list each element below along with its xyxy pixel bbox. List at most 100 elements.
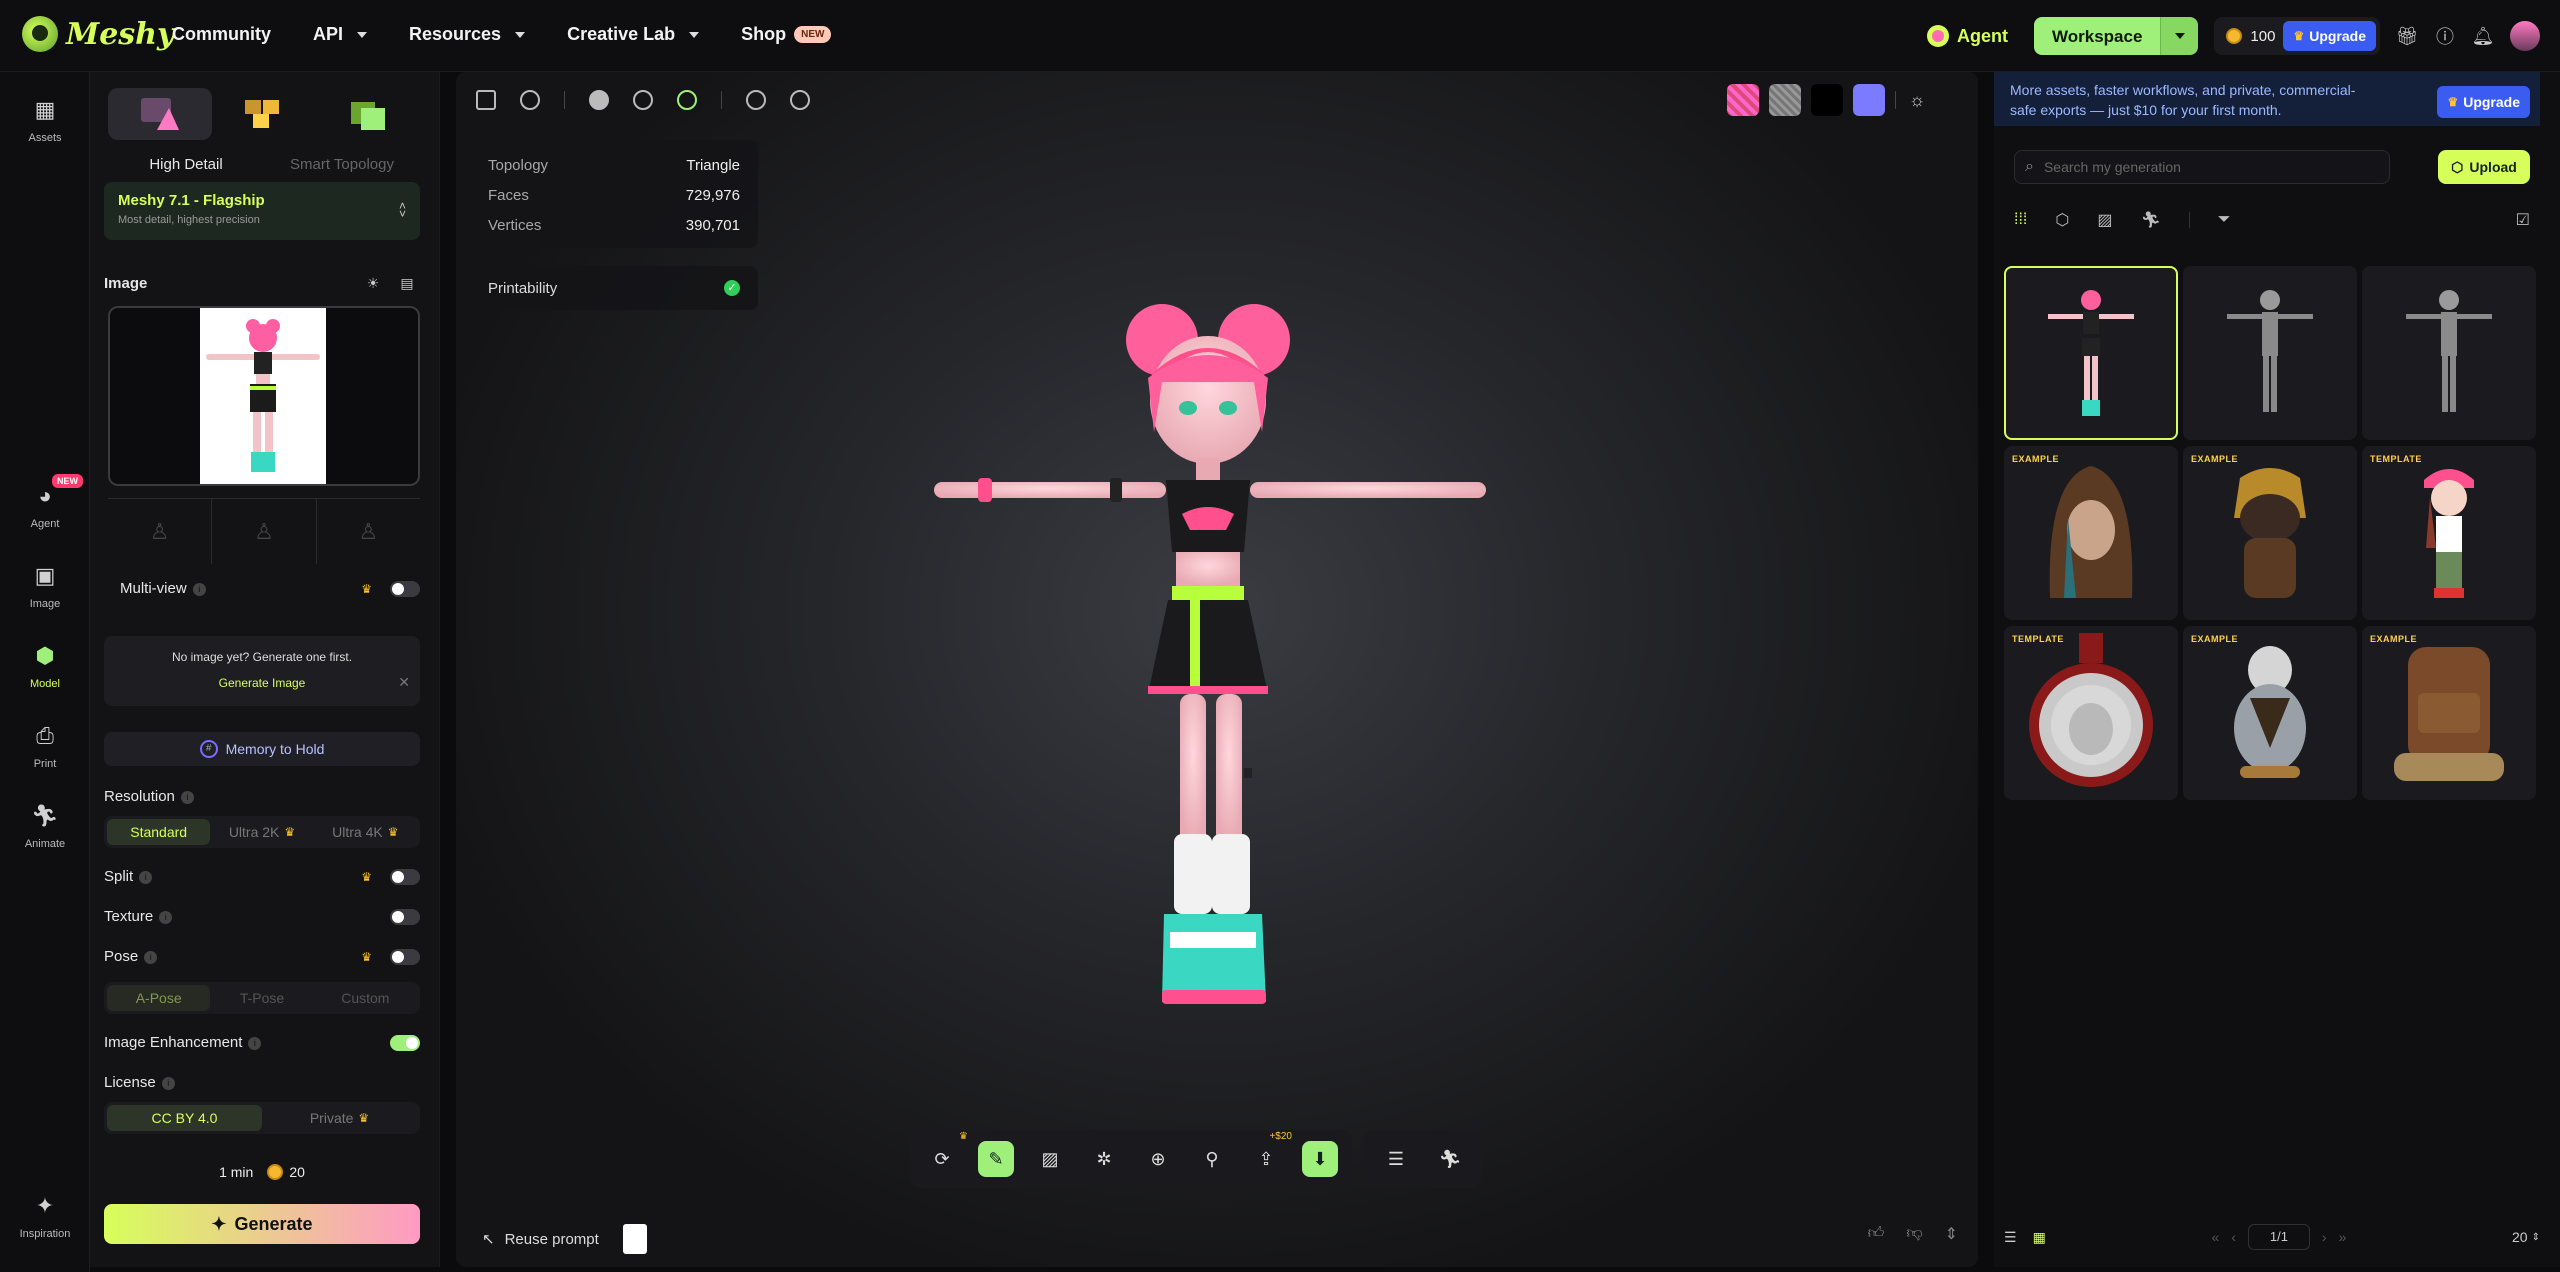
thumbs-down-icon[interactable]: 👎︎ (1906, 1224, 1922, 1244)
bulb-icon[interactable]: ☀ (362, 272, 384, 294)
first-page-icon[interactable]: « (2211, 1229, 2219, 1245)
solid-sphere-icon[interactable] (589, 90, 609, 110)
texture-swatch[interactable] (1727, 84, 1759, 116)
printability-panel[interactable]: Printability ✓ (470, 266, 758, 310)
rail-item-model[interactable]: ⬢ Model (0, 640, 90, 690)
asset-card[interactable]: TEMPLATE (2362, 446, 2536, 620)
asset-card[interactable]: EXAMPLE (2183, 446, 2357, 620)
resolution-ultra-4k[interactable]: Ultra 4K ♛ (314, 819, 417, 845)
retry-button[interactable]: ⟳ ♛ (924, 1131, 968, 1177)
generate-image-link[interactable]: Generate Image (104, 676, 420, 690)
asset-card[interactable] (2362, 266, 2536, 440)
mode-smart-topology-icon[interactable] (212, 88, 316, 140)
split-toggle[interactable] (390, 868, 420, 885)
nav-resources[interactable]: Resources (409, 24, 526, 45)
front-view-slot[interactable]: ♙ (108, 499, 213, 564)
pose-toggle[interactable] (390, 948, 420, 965)
purple-swatch[interactable] (1853, 84, 1885, 116)
workspace-dropdown[interactable] (2160, 17, 2199, 55)
monitor-icon[interactable] (476, 90, 496, 110)
funnel-icon[interactable]: ⏷ (2218, 211, 2231, 229)
last-page-icon[interactable]: » (2339, 1229, 2347, 1245)
list-view-icon[interactable]: ☰ (2004, 1229, 2017, 1246)
textured-sphere-icon[interactable] (677, 90, 697, 110)
asset-card[interactable]: EXAMPLE (2362, 626, 2536, 800)
thumbs-up-icon[interactable]: 👍︎ (1868, 1224, 1885, 1244)
nav-api[interactable]: API (313, 24, 368, 45)
tab-smart-topology[interactable]: Smart Topology (264, 156, 420, 173)
download-button[interactable]: ⬇ (1302, 1141, 1338, 1177)
promo-upgrade-button[interactable]: ♛ Upgrade (2437, 86, 2530, 118)
matcap-icon[interactable] (633, 90, 653, 110)
rail-item-animate[interactable]: 🏃︎ Animate (0, 800, 90, 850)
wireframe-sphere-icon[interactable] (520, 90, 540, 110)
multiview-toggle[interactable] (390, 580, 420, 597)
texture-tool-button[interactable]: ✎ (978, 1141, 1014, 1177)
select-icon[interactable]: ☑ (2516, 210, 2530, 230)
upload-button[interactable]: ⬡ Upload (2438, 150, 2530, 184)
image-upload-area[interactable] (108, 306, 420, 486)
resolution-standard[interactable]: Standard (107, 819, 211, 845)
next-page-icon[interactable]: › (2322, 1229, 2327, 1245)
rail-item-print[interactable]: ⎙ Print (0, 720, 90, 770)
grid-view-icon[interactable]: ▦ (2033, 1229, 2046, 1246)
pose-tool-button[interactable]: ⚲ (1194, 1141, 1230, 1177)
mode-third-icon[interactable] (316, 88, 420, 140)
pose-t-pose[interactable]: T-Pose (210, 985, 313, 1011)
nav-creative-lab[interactable]: Creative Lab (567, 24, 700, 45)
hide-lights-icon[interactable]: ☼ (1906, 89, 1928, 111)
rail-item-inspiration[interactable]: ✦ Inspiration (0, 1190, 90, 1240)
texture-filter-icon[interactable]: ▨ (2097, 210, 2112, 230)
nav-shop[interactable]: Shop NEW (741, 24, 832, 45)
model-viewport[interactable]: ☼ Topology Triangle Faces 729,976 Vertices… (456, 72, 1978, 1267)
animation-filter-icon[interactable]: 🏃︎ (2140, 210, 2160, 230)
asset-card[interactable] (2183, 266, 2357, 440)
generate-button[interactable]: ✦ Generate (104, 1204, 420, 1244)
rail-item-agent[interactable]: NEW ◕ Agent (0, 474, 90, 530)
model-filter-icon[interactable]: ⬡ (2055, 210, 2069, 230)
asset-card[interactable]: TEMPLATE (2004, 626, 2178, 800)
gift-icon[interactable]: 🎁︎ (2396, 25, 2419, 47)
close-icon[interactable]: ✕ (398, 674, 410, 691)
resolution-ultra-2k[interactable]: Ultra 2K ♛ (210, 819, 313, 845)
tab-high-detail[interactable]: High Detail (108, 156, 264, 173)
upgrade-button[interactable]: ♛ Upgrade (2283, 21, 2376, 51)
asset-card[interactable] (2004, 266, 2178, 440)
sun-icon[interactable] (790, 90, 810, 110)
pose-custom[interactable]: Custom (314, 985, 417, 1011)
export-button[interactable]: ⇪ +$20 (1248, 1131, 1292, 1177)
back-view-slot[interactable]: ♙ (317, 499, 420, 564)
help-icon[interactable]: ⓘ (2434, 25, 2456, 47)
settings-button[interactable]: ☰ (1378, 1141, 1414, 1177)
license-cc-by[interactable]: CC BY 4.0 (107, 1105, 262, 1131)
bell-icon[interactable]: 🔔︎ (2472, 25, 2495, 47)
rail-item-assets[interactable]: ▦ Assets (0, 94, 90, 144)
source-image-thumbnail[interactable] (622, 1224, 647, 1254)
all-filter-icon[interactable]: ⁞⁞⁞ (2014, 211, 2027, 229)
enhancement-toggle[interactable] (390, 1034, 420, 1051)
light-icon[interactable] (746, 90, 766, 110)
black-swatch[interactable] (1811, 84, 1843, 116)
asset-card[interactable]: EXAMPLE (2004, 446, 2178, 620)
texture-toggle[interactable] (390, 908, 420, 925)
prev-page-icon[interactable]: ‹ (2231, 1229, 2236, 1245)
meshy-logo[interactable]: Meshy (22, 16, 174, 52)
page-indicator[interactable]: 1/1 (2247, 1224, 2310, 1250)
updown-icon[interactable]: ⇕ (2532, 1232, 2540, 1243)
nav-community[interactable]: Community (172, 24, 271, 45)
memory-to-hold-button[interactable]: # Memory to Hold (104, 732, 420, 766)
avatar[interactable] (2510, 21, 2540, 51)
reuse-prompt-button[interactable]: ↖ Reuse prompt (482, 1224, 647, 1254)
rail-item-image[interactable]: ▣ Image (0, 560, 90, 610)
transform-button[interactable]: ⊕ (1140, 1141, 1176, 1177)
remesh-button[interactable]: ▨ (1032, 1141, 1068, 1177)
workspace-button[interactable]: Workspace (2034, 17, 2161, 55)
search-input[interactable] (2043, 159, 2364, 175)
pose-a-pose[interactable]: A-Pose (107, 985, 211, 1011)
mode-high-detail-icon[interactable] (108, 88, 212, 140)
side-view-slot[interactable]: ♙ (212, 499, 317, 564)
asset-card[interactable]: EXAMPLE (2183, 626, 2357, 800)
noise-swatch[interactable] (1769, 84, 1801, 116)
license-private[interactable]: Private ♛ (262, 1105, 417, 1131)
rig-button[interactable]: ✲ (1086, 1141, 1122, 1177)
